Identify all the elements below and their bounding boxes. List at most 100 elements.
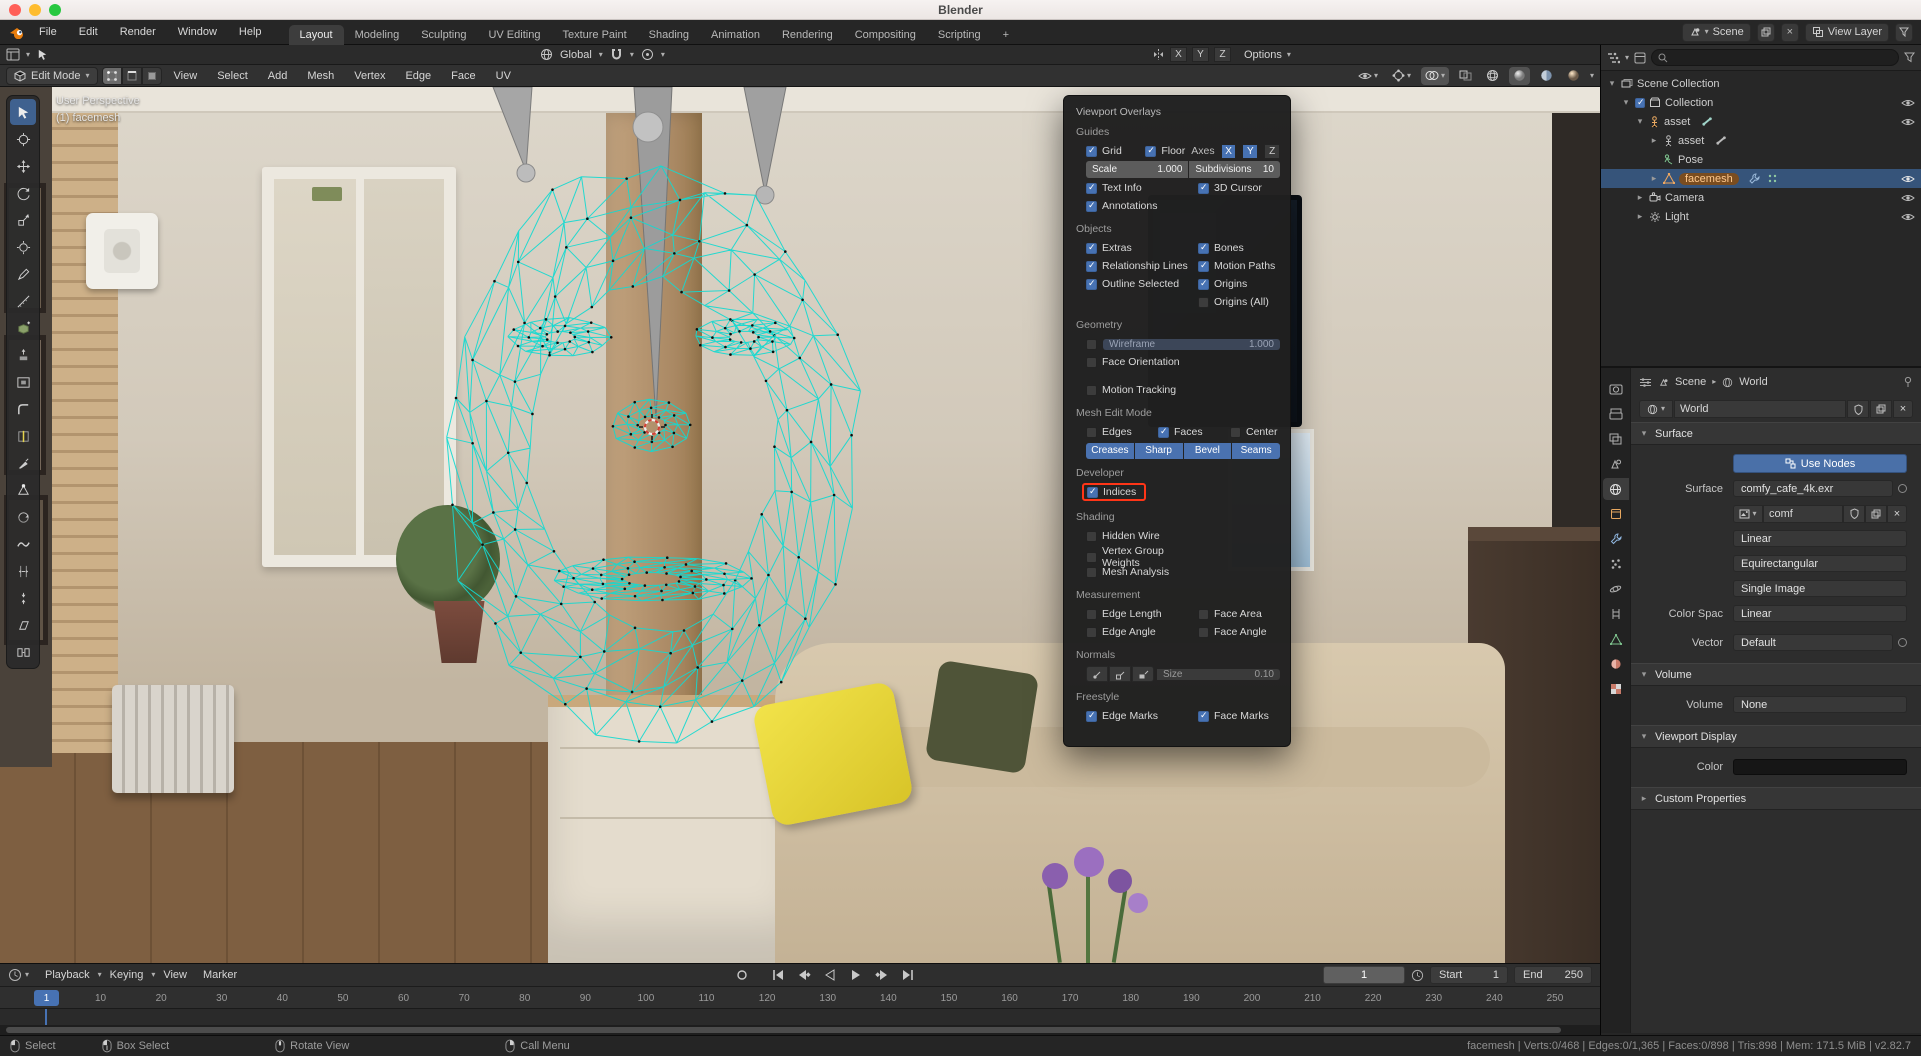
timeline-editor-icon[interactable] [8, 968, 22, 982]
animate-property-dot[interactable] [1898, 484, 1907, 493]
gizmos-dropdown[interactable]: ▾ [1388, 67, 1415, 85]
tab-rendering[interactable]: Rendering [771, 25, 844, 45]
edge-marks-checkbox[interactable]: Edge Marks [1086, 710, 1198, 722]
tool-rip-region[interactable] [10, 639, 36, 665]
normals-size-slider[interactable]: Size0.10 [1157, 669, 1280, 680]
row-asset-data[interactable]: ▸ asset [1601, 131, 1921, 150]
snap-magnet-icon[interactable] [610, 48, 623, 61]
image-fake-user-button[interactable] [1843, 505, 1865, 523]
chevron-down-icon[interactable]: ▾ [1625, 54, 1629, 62]
projection-dropdown[interactable]: Equirectangular [1733, 555, 1907, 572]
mirror-z-toggle[interactable]: Z [1214, 47, 1231, 62]
tab-constraints[interactable] [1603, 603, 1629, 625]
delete-scene-button[interactable]: × [1781, 23, 1799, 42]
use-preview-range-icon[interactable] [1411, 969, 1424, 982]
breadcrumb-scene[interactable]: Scene [1675, 376, 1706, 388]
tool-extrude[interactable] [10, 342, 36, 368]
face-area-checkbox[interactable]: Face Area [1198, 608, 1280, 620]
chevron-down-icon[interactable]: ▾ [26, 51, 30, 59]
tab-object-data[interactable] [1603, 628, 1629, 650]
tab-object[interactable] [1603, 503, 1629, 525]
tab-modifiers[interactable] [1603, 528, 1629, 550]
timeline-view-menu[interactable]: View [155, 969, 195, 981]
vector-dropdown[interactable]: Default [1733, 634, 1893, 651]
expand-icon[interactable]: ▸ [1635, 192, 1645, 203]
browse-image-button[interactable]: ▾ [1733, 505, 1763, 523]
floor-checkbox[interactable]: Floor [1145, 145, 1185, 157]
tab-physics[interactable] [1603, 578, 1629, 600]
menu-help[interactable]: Help [230, 26, 271, 38]
tool-shrink-fatten[interactable] [10, 585, 36, 611]
active-tool-icon[interactable] [36, 48, 49, 61]
tool-bevel[interactable] [10, 396, 36, 422]
view-menu[interactable]: View [166, 70, 206, 82]
tab-shading[interactable]: Shading [638, 25, 700, 45]
viewport-display-panel-header[interactable]: ▾Viewport Display [1631, 725, 1921, 748]
tab-compositing[interactable]: Compositing [844, 25, 927, 45]
world-name-field[interactable]: World [1674, 400, 1846, 418]
tab-texture-paint[interactable]: Texture Paint [551, 25, 637, 45]
annotations-checkbox[interactable]: Annotations [1086, 200, 1198, 212]
face-select-button[interactable] [142, 67, 162, 85]
tab-modeling[interactable]: Modeling [344, 25, 411, 45]
tool-add-cube[interactable] [10, 315, 36, 341]
animate-property-dot[interactable] [1898, 638, 1907, 647]
vertex-normals-button[interactable] [1086, 666, 1108, 682]
zoom-window-button[interactable] [49, 4, 61, 16]
tool-inset[interactable] [10, 369, 36, 395]
image-source-dropdown[interactable]: Single Image [1733, 580, 1907, 597]
origins-checkbox[interactable]: Origins [1198, 278, 1280, 290]
scene-collection-label[interactable]: Scene Collection [1637, 78, 1720, 90]
tab-material[interactable] [1603, 653, 1629, 675]
shading-options-chevron-icon[interactable]: ▾ [1590, 72, 1594, 80]
subdivisions-slider[interactable]: Subdivisions10 [1189, 161, 1280, 178]
snap-settings-chevron-icon[interactable]: ▾ [630, 51, 634, 59]
tab-output[interactable] [1603, 403, 1629, 425]
vertex-menu[interactable]: Vertex [346, 70, 393, 82]
scale-slider[interactable]: Scale1.000 [1086, 161, 1188, 178]
faces-checkbox[interactable]: Faces [1158, 426, 1230, 438]
add-workspace-button[interactable]: + [992, 25, 1020, 45]
view-layer-filter-button[interactable] [1895, 23, 1913, 42]
axis-y-toggle[interactable]: Y [1242, 144, 1258, 159]
pin-icon[interactable] [1903, 376, 1913, 388]
options-menu[interactable]: Options [1244, 49, 1282, 61]
unlink-datablock-button[interactable]: × [1893, 400, 1913, 418]
keying-menu[interactable]: Keying [102, 969, 152, 981]
minimize-window-button[interactable] [29, 4, 41, 16]
chevron-down-icon[interactable]: ▾ [599, 51, 603, 59]
volume-dropdown[interactable]: None [1733, 696, 1907, 713]
row-camera[interactable]: ▸ Camera [1601, 188, 1921, 207]
motion-tracking-checkbox[interactable]: Motion Tracking [1086, 384, 1198, 396]
tool-select-box[interactable] [10, 99, 36, 125]
shading-solid-button[interactable] [1509, 67, 1530, 85]
expand-icon[interactable]: ▸ [1635, 211, 1645, 222]
collection-label[interactable]: Collection [1665, 97, 1713, 109]
marker-menu[interactable]: Marker [195, 969, 245, 981]
wireframe-slider[interactable]: Wireframe1.000 [1103, 339, 1280, 350]
wireframe-checkbox[interactable] [1086, 339, 1097, 350]
fake-user-shield-button[interactable] [1847, 400, 1869, 418]
image-unlink-button[interactable]: × [1887, 505, 1907, 523]
uv-menu[interactable]: UV [488, 70, 519, 82]
tab-layout[interactable]: Layout [289, 25, 344, 45]
menu-render[interactable]: Render [111, 26, 165, 38]
image-name-field[interactable]: comf [1763, 505, 1843, 523]
new-scene-button[interactable] [1757, 23, 1775, 42]
playback-menu[interactable]: Playback [37, 969, 98, 981]
edge-select-button[interactable] [122, 67, 142, 85]
shading-rendered-button[interactable] [1563, 67, 1584, 85]
duplicate-datablock-button[interactable] [1870, 400, 1892, 418]
tab-uv-editing[interactable]: UV Editing [477, 25, 551, 45]
end-frame-field[interactable]: End250 [1514, 966, 1592, 984]
tab-scripting[interactable]: Scripting [927, 25, 992, 45]
tool-transform[interactable] [10, 234, 36, 260]
edge-menu[interactable]: Edge [397, 70, 439, 82]
custom-properties-panel-header[interactable]: ▸Custom Properties [1631, 787, 1921, 810]
face-menu[interactable]: Face [443, 70, 483, 82]
tab-particles[interactable] [1603, 553, 1629, 575]
image-duplicate-button[interactable] [1865, 505, 1887, 523]
interpolation-dropdown[interactable]: Linear [1733, 530, 1907, 547]
face-normals-button[interactable] [1132, 666, 1154, 682]
view-layer-selector[interactable]: View Layer [1805, 23, 1889, 42]
